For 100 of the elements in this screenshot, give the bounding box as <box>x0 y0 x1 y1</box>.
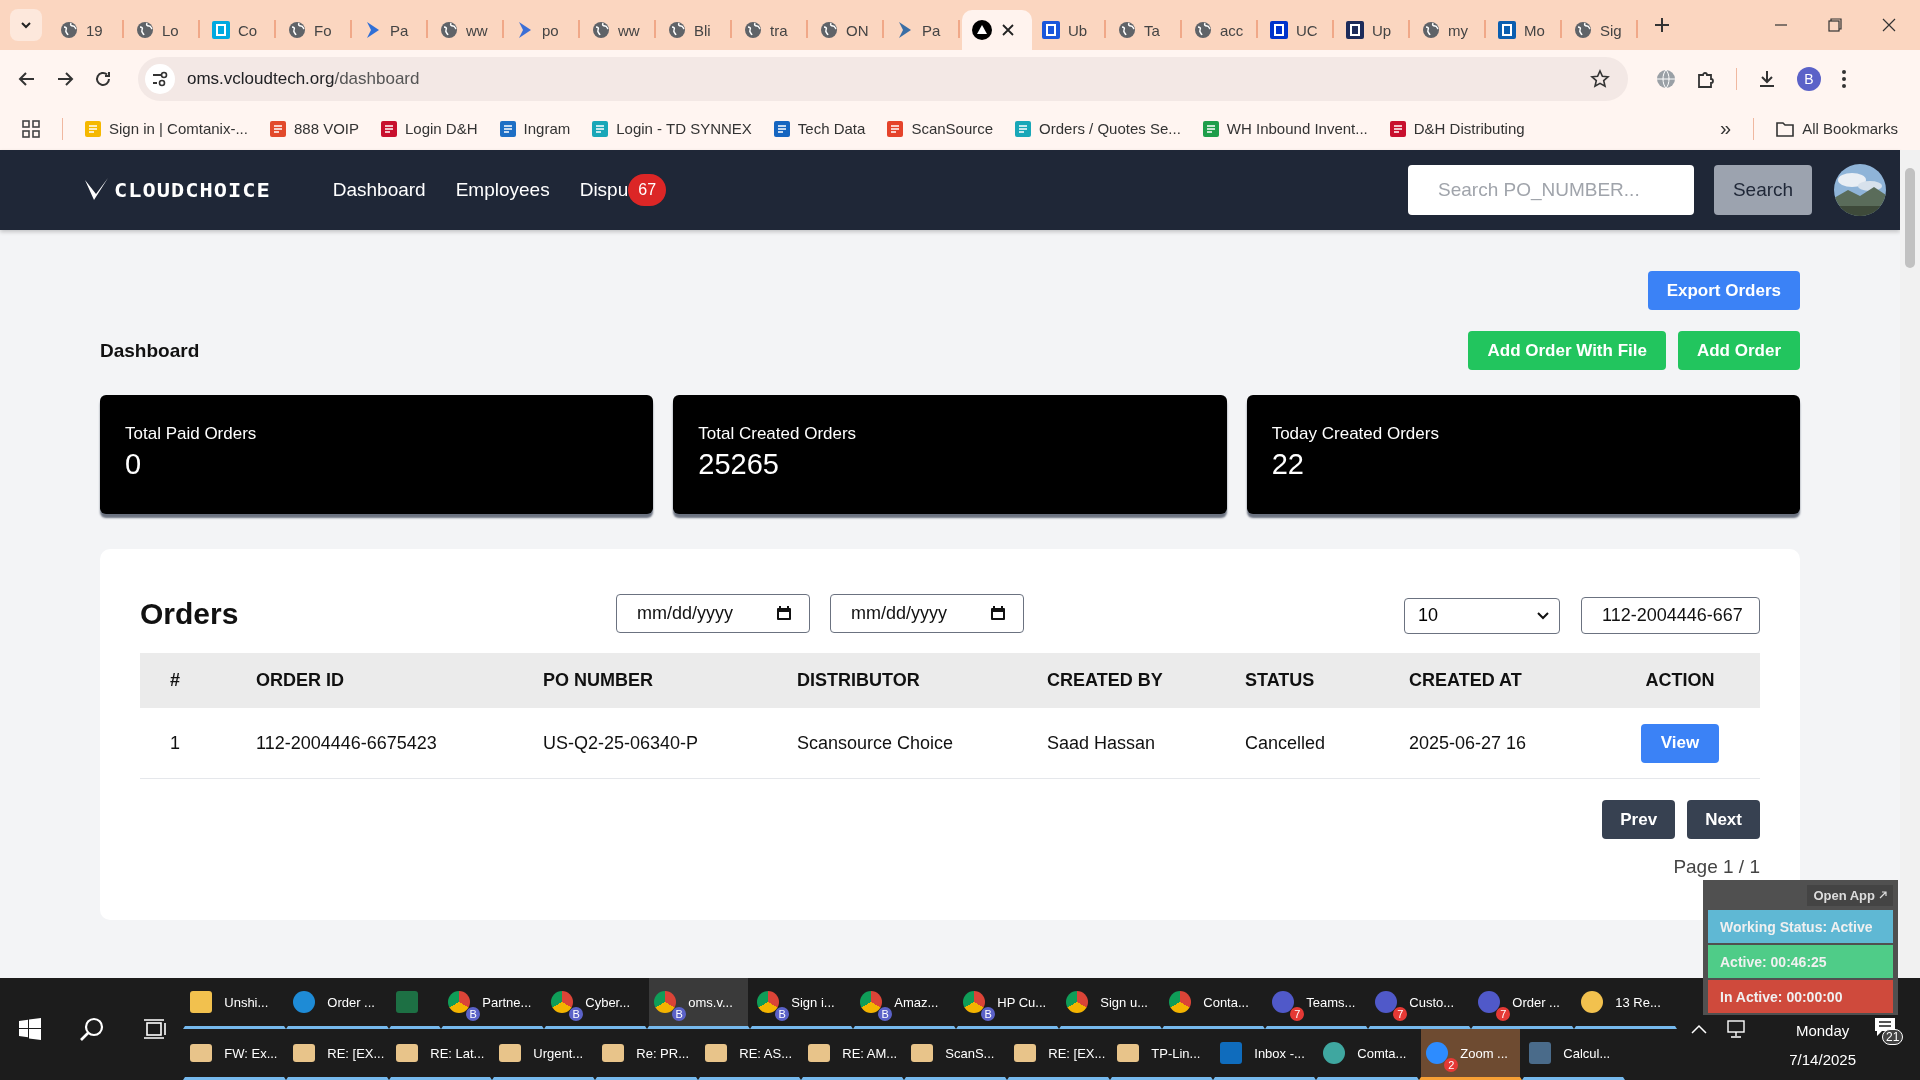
scrollbar[interactable] <box>1900 150 1920 978</box>
close-icon[interactable] <box>1882 18 1896 32</box>
restore-icon[interactable] <box>1828 18 1842 32</box>
open-app-button[interactable]: Open App <box>1807 884 1893 906</box>
browser-tab[interactable]: Pa <box>354 10 430 50</box>
task-view-icon[interactable] <box>143 1018 167 1040</box>
count-badge: 7 <box>1496 1007 1511 1021</box>
browser-tab[interactable]: UC <box>1260 10 1336 50</box>
tab-search-button[interactable] <box>10 9 42 41</box>
table-cell-text: US-Q2-25-06340-P <box>543 732 700 754</box>
apps-icon[interactable] <box>22 119 40 138</box>
browser-tab[interactable]: Bli <box>658 10 734 50</box>
menu-icon[interactable] <box>1841 68 1847 89</box>
bookmark[interactable]: WH Inbound Invent... <box>1202 120 1368 137</box>
page-size-select[interactable]: 10 <box>1404 597 1560 634</box>
browser-tab[interactable]: Ta <box>1108 10 1184 50</box>
globe-icon <box>1422 21 1440 39</box>
bookmark[interactable]: Login - TD SYNNEX <box>592 120 752 137</box>
browser-tab[interactable]: my <box>1412 10 1488 50</box>
profile-avatar[interactable]: B <box>1797 66 1821 91</box>
logo[interactable]: CLOUDCHOICE <box>114 178 271 202</box>
globe-icon <box>136 21 154 39</box>
search-button[interactable]: Search <box>1714 165 1812 215</box>
browser-tab[interactable]: Co <box>202 10 278 50</box>
browser-tab[interactable]: ON <box>810 10 886 50</box>
close-icon[interactable] <box>1002 24 1014 36</box>
browser-tab[interactable]: Up <box>1336 10 1412 50</box>
site-info-icon[interactable] <box>145 63 175 94</box>
status-row: Active: 00:46:25 <box>1708 945 1893 978</box>
browser-tab[interactable]: ww <box>430 10 506 50</box>
browser-tab[interactable]: tra <box>734 10 810 50</box>
browser-tab[interactable]: Pa <box>886 10 962 50</box>
export-orders-button[interactable]: Export Orders <box>1647 271 1800 310</box>
order-filter-field[interactable]: 112-2004446-667 <box>1581 597 1760 634</box>
bookmark[interactable]: Login D&H <box>381 120 478 137</box>
windows-start-icon[interactable] <box>19 1018 41 1040</box>
download-icon[interactable] <box>1757 68 1777 89</box>
stat-value: 22 <box>1271 448 1304 481</box>
reload-icon[interactable] <box>94 69 112 88</box>
date-field[interactable]: mm/dd/yyyy <box>830 594 1024 633</box>
column-header: DISTRIBUTOR <box>797 670 921 691</box>
browser-tab[interactable]: po <box>506 10 582 50</box>
browser-tab[interactable]: Mo <box>1488 10 1564 50</box>
stat-value: 25265 <box>698 448 779 481</box>
status-row: Working Status: Active <box>1708 910 1893 943</box>
count-badge: 2 <box>1444 1058 1459 1072</box>
calendar-icon[interactable] <box>776 605 792 621</box>
browser-tab[interactable]: Lo <box>126 10 202 50</box>
address-bar[interactable]: oms.vcloudtech.org/dashboard <box>138 56 1628 101</box>
bookmark[interactable]: 888 VOIP <box>269 120 359 137</box>
back-icon[interactable] <box>18 69 36 88</box>
bookmark[interactable]: Tech Data <box>773 120 866 137</box>
all-bookmarks-button[interactable]: All Bookmarks <box>1776 120 1898 137</box>
count-badge: 7 <box>1393 1007 1408 1021</box>
prev-button[interactable]: Prev <box>1602 800 1676 839</box>
globe-icon <box>1574 21 1592 39</box>
calendar-icon[interactable] <box>990 605 1006 621</box>
stat-label: Total Paid Orders <box>125 424 257 444</box>
taskbar-item[interactable]: 2 Zoom ... <box>1419 1029 1523 1080</box>
date-field[interactable]: mm/dd/yyyy <box>616 594 810 633</box>
bookmark[interactable]: ScanSource <box>887 120 994 137</box>
count-badge: 7 <box>1290 1007 1305 1021</box>
column-header: ORDER ID <box>256 670 345 691</box>
nav-link[interactable]: Employees <box>455 179 550 201</box>
page-title: Dashboard <box>100 339 200 362</box>
browser-tab[interactable]: ww <box>582 10 658 50</box>
globe-icon <box>744 21 762 39</box>
globe-icon <box>440 21 458 39</box>
search-icon[interactable] <box>79 1016 105 1042</box>
bookmark[interactable]: Orders / Quotes Se... <box>1015 120 1181 137</box>
star-icon[interactable] <box>1590 68 1610 89</box>
browser-tab[interactable]: acc <box>1184 10 1260 50</box>
table-cell-text: 2025-06-27 16 <box>1409 732 1528 754</box>
browser-tab[interactable]: Fo <box>278 10 354 50</box>
more-bookmarks-button[interactable]: » <box>1720 117 1732 140</box>
browser-tab[interactable]: Ub <box>1032 10 1108 50</box>
view-button[interactable]: View <box>1640 723 1720 763</box>
nav-link[interactable]: Dispu <box>579 179 629 201</box>
bookmark[interactable]: D&H Distributing <box>1389 120 1525 137</box>
browser-tab[interactable]: Sig <box>1564 10 1640 50</box>
stat-value: 0 <box>125 448 142 481</box>
chevron-up-icon[interactable] <box>1691 1024 1708 1034</box>
external-link-icon <box>1879 891 1887 899</box>
network-icon[interactable] <box>1725 1020 1748 1038</box>
bookmark[interactable]: Ingram <box>499 120 571 137</box>
next-button[interactable]: Next <box>1687 800 1760 839</box>
column-header: PO NUMBER <box>543 670 654 691</box>
scroll-thumb[interactable] <box>1905 168 1915 268</box>
nav-link[interactable]: Dashboard <box>332 179 426 201</box>
browser-tab[interactable]: 19 <box>50 10 126 50</box>
bookmark[interactable]: Sign in | Comtanix-... <box>85 120 248 137</box>
caret-icon <box>1537 611 1549 620</box>
browser-tab[interactable] <box>962 10 1032 50</box>
count-badge: 67 <box>628 174 667 206</box>
table-cell-text: 1 <box>169 732 181 754</box>
new-tab-icon[interactable] <box>1654 17 1670 33</box>
clock[interactable]: Monday 7/14/2025 <box>1789 1022 1856 1068</box>
forward-icon[interactable] <box>56 69 74 88</box>
search-field[interactable]: Search PO_NUMBER... <box>1408 165 1694 215</box>
count-badge: 21 <box>1882 1029 1904 1045</box>
